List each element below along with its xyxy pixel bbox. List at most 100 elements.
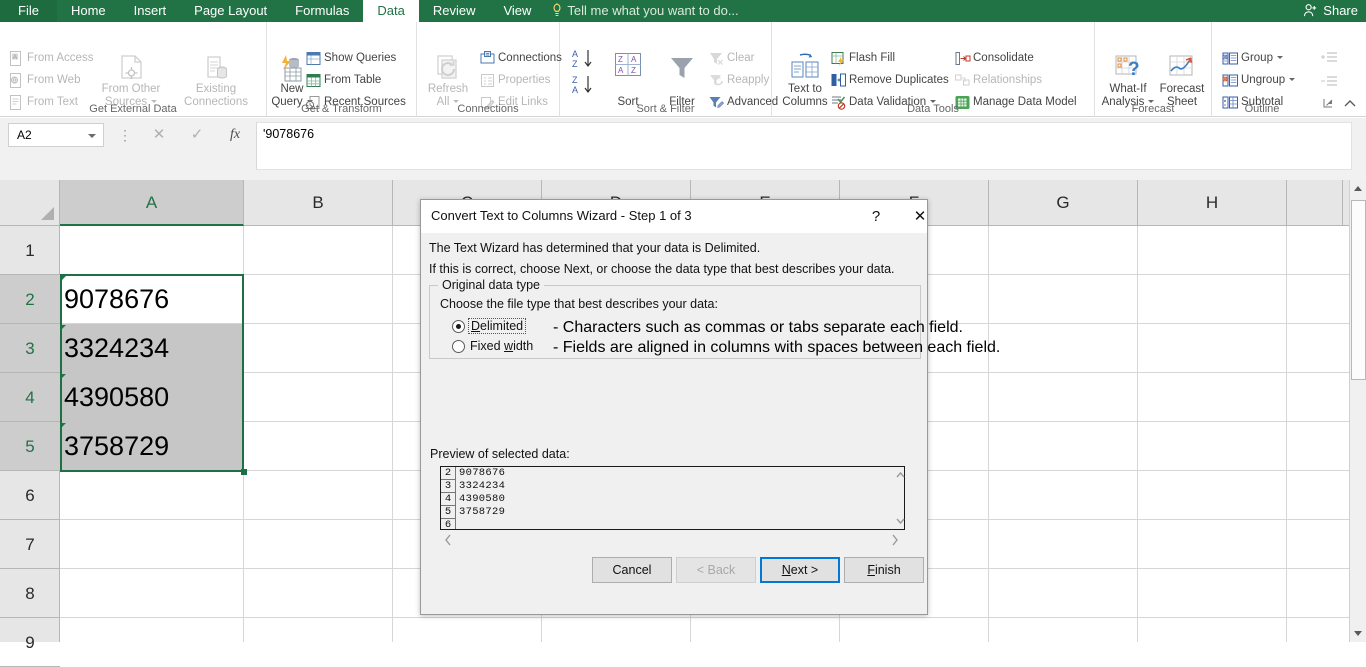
consolidate-button[interactable]: Consolidate — [954, 48, 1034, 69]
confirm-entry-button[interactable]: ✓ — [180, 123, 214, 147]
radio-fixed-width-button[interactable] — [452, 340, 465, 353]
select-all-corner[interactable] — [0, 180, 60, 226]
column-header-i[interactable] — [1287, 180, 1343, 226]
row-header-6[interactable]: 6 — [0, 471, 60, 520]
tab-page-layout[interactable]: Page Layout — [180, 0, 281, 22]
from-table-button[interactable]: From Table — [305, 70, 381, 91]
show-queries-button[interactable]: Show Queries — [305, 48, 396, 69]
preview-box[interactable]: 2 9078676 3 3324234 4 4390580 5 3758729 … — [440, 466, 905, 530]
cell-a3[interactable]: 3324234 — [60, 324, 243, 373]
radio-fixed-width-description: - Fields are aligned in columns with spa… — [553, 339, 1001, 356]
cancel-entry-button[interactable]: ✕ — [142, 123, 176, 147]
gridline — [988, 226, 989, 642]
group-label-forecast: Forecast — [1131, 103, 1175, 115]
ungroup-label: Ungroup — [1241, 74, 1286, 86]
tab-data[interactable]: Data — [363, 0, 419, 22]
vertical-scrollbar[interactable] — [1349, 180, 1366, 642]
properties-label: Properties — [498, 74, 551, 86]
clear-filter-icon — [710, 53, 723, 65]
remove-duplicates-button[interactable]: Remove Duplicates — [830, 70, 949, 91]
existing-connections-button[interactable]: Existing Connections — [176, 48, 256, 110]
preview-row-number: 5 — [441, 506, 456, 519]
ribbon-group-sort-filter: A Z Z A Z A A Z Sort Filter Clear Reappl… — [560, 22, 778, 117]
hide-detail-button[interactable] — [1320, 74, 1338, 94]
cell-a5[interactable]: 3758729 — [60, 422, 243, 471]
properties-button[interactable]: Properties — [479, 70, 550, 91]
tell-me-box[interactable]: Tell me what you want to do... — [545, 0, 744, 22]
row-header-5[interactable]: 5 — [0, 422, 60, 471]
row-header-1[interactable]: 1 — [0, 226, 60, 275]
column-header-b[interactable]: B — [244, 180, 393, 226]
scroll-up-button[interactable] — [1350, 180, 1366, 197]
fieldset-legend: Original data type — [438, 278, 544, 292]
row-header-4[interactable]: 4 — [0, 373, 60, 422]
chevron-down-icon[interactable] — [88, 134, 96, 138]
scroll-down-button[interactable] — [1350, 625, 1366, 642]
tab-home[interactable]: Home — [57, 0, 120, 22]
ribbon-group-outline: Group Ungroup Subtotal Outline — [1212, 22, 1366, 117]
cancel-button[interactable]: Cancel — [592, 557, 672, 583]
preview-scroll-right-icon — [892, 534, 898, 546]
gridline — [1137, 226, 1138, 642]
share-label: Share — [1323, 3, 1358, 18]
sort-za-button[interactable]: Z A — [572, 74, 596, 101]
fill-handle[interactable] — [241, 469, 247, 475]
dialog-title: Convert Text to Columns Wizard - Step 1 … — [431, 208, 692, 223]
dialog-close-button[interactable]: ✕ — [905, 206, 935, 228]
row-header-2[interactable]: 2 — [0, 275, 60, 324]
name-box[interactable]: A2 — [8, 123, 104, 147]
preview-vertical-scrollbar[interactable] — [893, 466, 908, 530]
clear-filter-button[interactable]: Clear — [708, 48, 754, 69]
sort-button[interactable]: Z A A Z Sort — [602, 48, 654, 110]
show-detail-button[interactable] — [1320, 50, 1338, 70]
connections-button[interactable]: Connections — [479, 48, 562, 69]
finish-button[interactable]: Finish — [844, 557, 924, 583]
sort-az-button[interactable]: A Z — [572, 48, 596, 75]
preview-scroll-left-icon — [445, 534, 451, 546]
column-header-g[interactable]: G — [989, 180, 1138, 226]
reapply-button[interactable]: Reapply — [708, 70, 769, 91]
cell-a4[interactable]: 4390580 — [60, 373, 243, 422]
column-header-h[interactable]: H — [1138, 180, 1287, 226]
refresh-all-button[interactable]: Refresh All — [417, 48, 479, 110]
back-button[interactable]: < Back — [676, 557, 756, 583]
formula-input[interactable]: '9078676 — [256, 122, 1352, 170]
scrollbar-thumb[interactable] — [1351, 200, 1366, 380]
group-button[interactable]: Group — [1222, 48, 1297, 69]
row-header-8[interactable]: 8 — [0, 569, 60, 618]
dialog-title-bar[interactable]: Convert Text to Columns Wizard - Step 1 … — [421, 200, 927, 233]
from-access-button[interactable]: A From Access — [8, 48, 93, 69]
ribbon-tab-bar: File Home Insert Page Layout Formulas Da… — [0, 0, 1366, 22]
collapse-ribbon-icon[interactable] — [1342, 97, 1358, 115]
flash-fill-icon — [831, 52, 844, 66]
tab-file[interactable]: File — [0, 0, 57, 22]
tab-formulas[interactable]: Formulas — [281, 0, 363, 22]
tab-insert[interactable]: Insert — [120, 0, 181, 22]
relationships-button[interactable]: Relationships — [954, 70, 1042, 91]
cell-a2[interactable]: 9078676 — [60, 275, 243, 324]
forecast-sheet-button[interactable]: Forecast Sheet — [1153, 48, 1211, 110]
flash-fill-button[interactable]: Flash Fill — [830, 48, 895, 69]
ungroup-button[interactable]: Ungroup — [1222, 70, 1309, 91]
share-button[interactable]: Share — [1303, 0, 1358, 22]
column-header-a[interactable]: A — [60, 180, 244, 226]
row-header-3[interactable]: 3 — [0, 324, 60, 373]
ribbon: A From Access From Web From Text From Ot… — [0, 22, 1366, 117]
consolidate-label: Consolidate — [973, 52, 1034, 64]
row-header-9[interactable]: 9 — [0, 618, 60, 667]
text-to-columns-button[interactable]: Text to Columns — [774, 48, 836, 110]
radio-delimited-button[interactable] — [452, 320, 465, 333]
from-web-button[interactable]: From Web — [8, 70, 80, 91]
tab-view[interactable]: View — [489, 0, 545, 22]
filter-button[interactable]: Filter — [656, 48, 708, 110]
from-other-sources-button[interactable]: From Other Sources — [100, 48, 162, 110]
radio-delimited-label: Delimited — [468, 318, 527, 334]
next-button[interactable]: Next > — [760, 557, 840, 583]
row-header-7[interactable]: 7 — [0, 520, 60, 569]
tab-review[interactable]: Review — [419, 0, 490, 22]
insert-function-button[interactable]: fx — [218, 123, 252, 147]
preview-horizontal-scrollbar[interactable] — [440, 532, 905, 548]
dialog-help-button[interactable]: ? — [861, 206, 891, 228]
vertical-dots-divider: ⋮ — [118, 127, 132, 143]
dialog-launcher-icon[interactable] — [1323, 96, 1334, 114]
